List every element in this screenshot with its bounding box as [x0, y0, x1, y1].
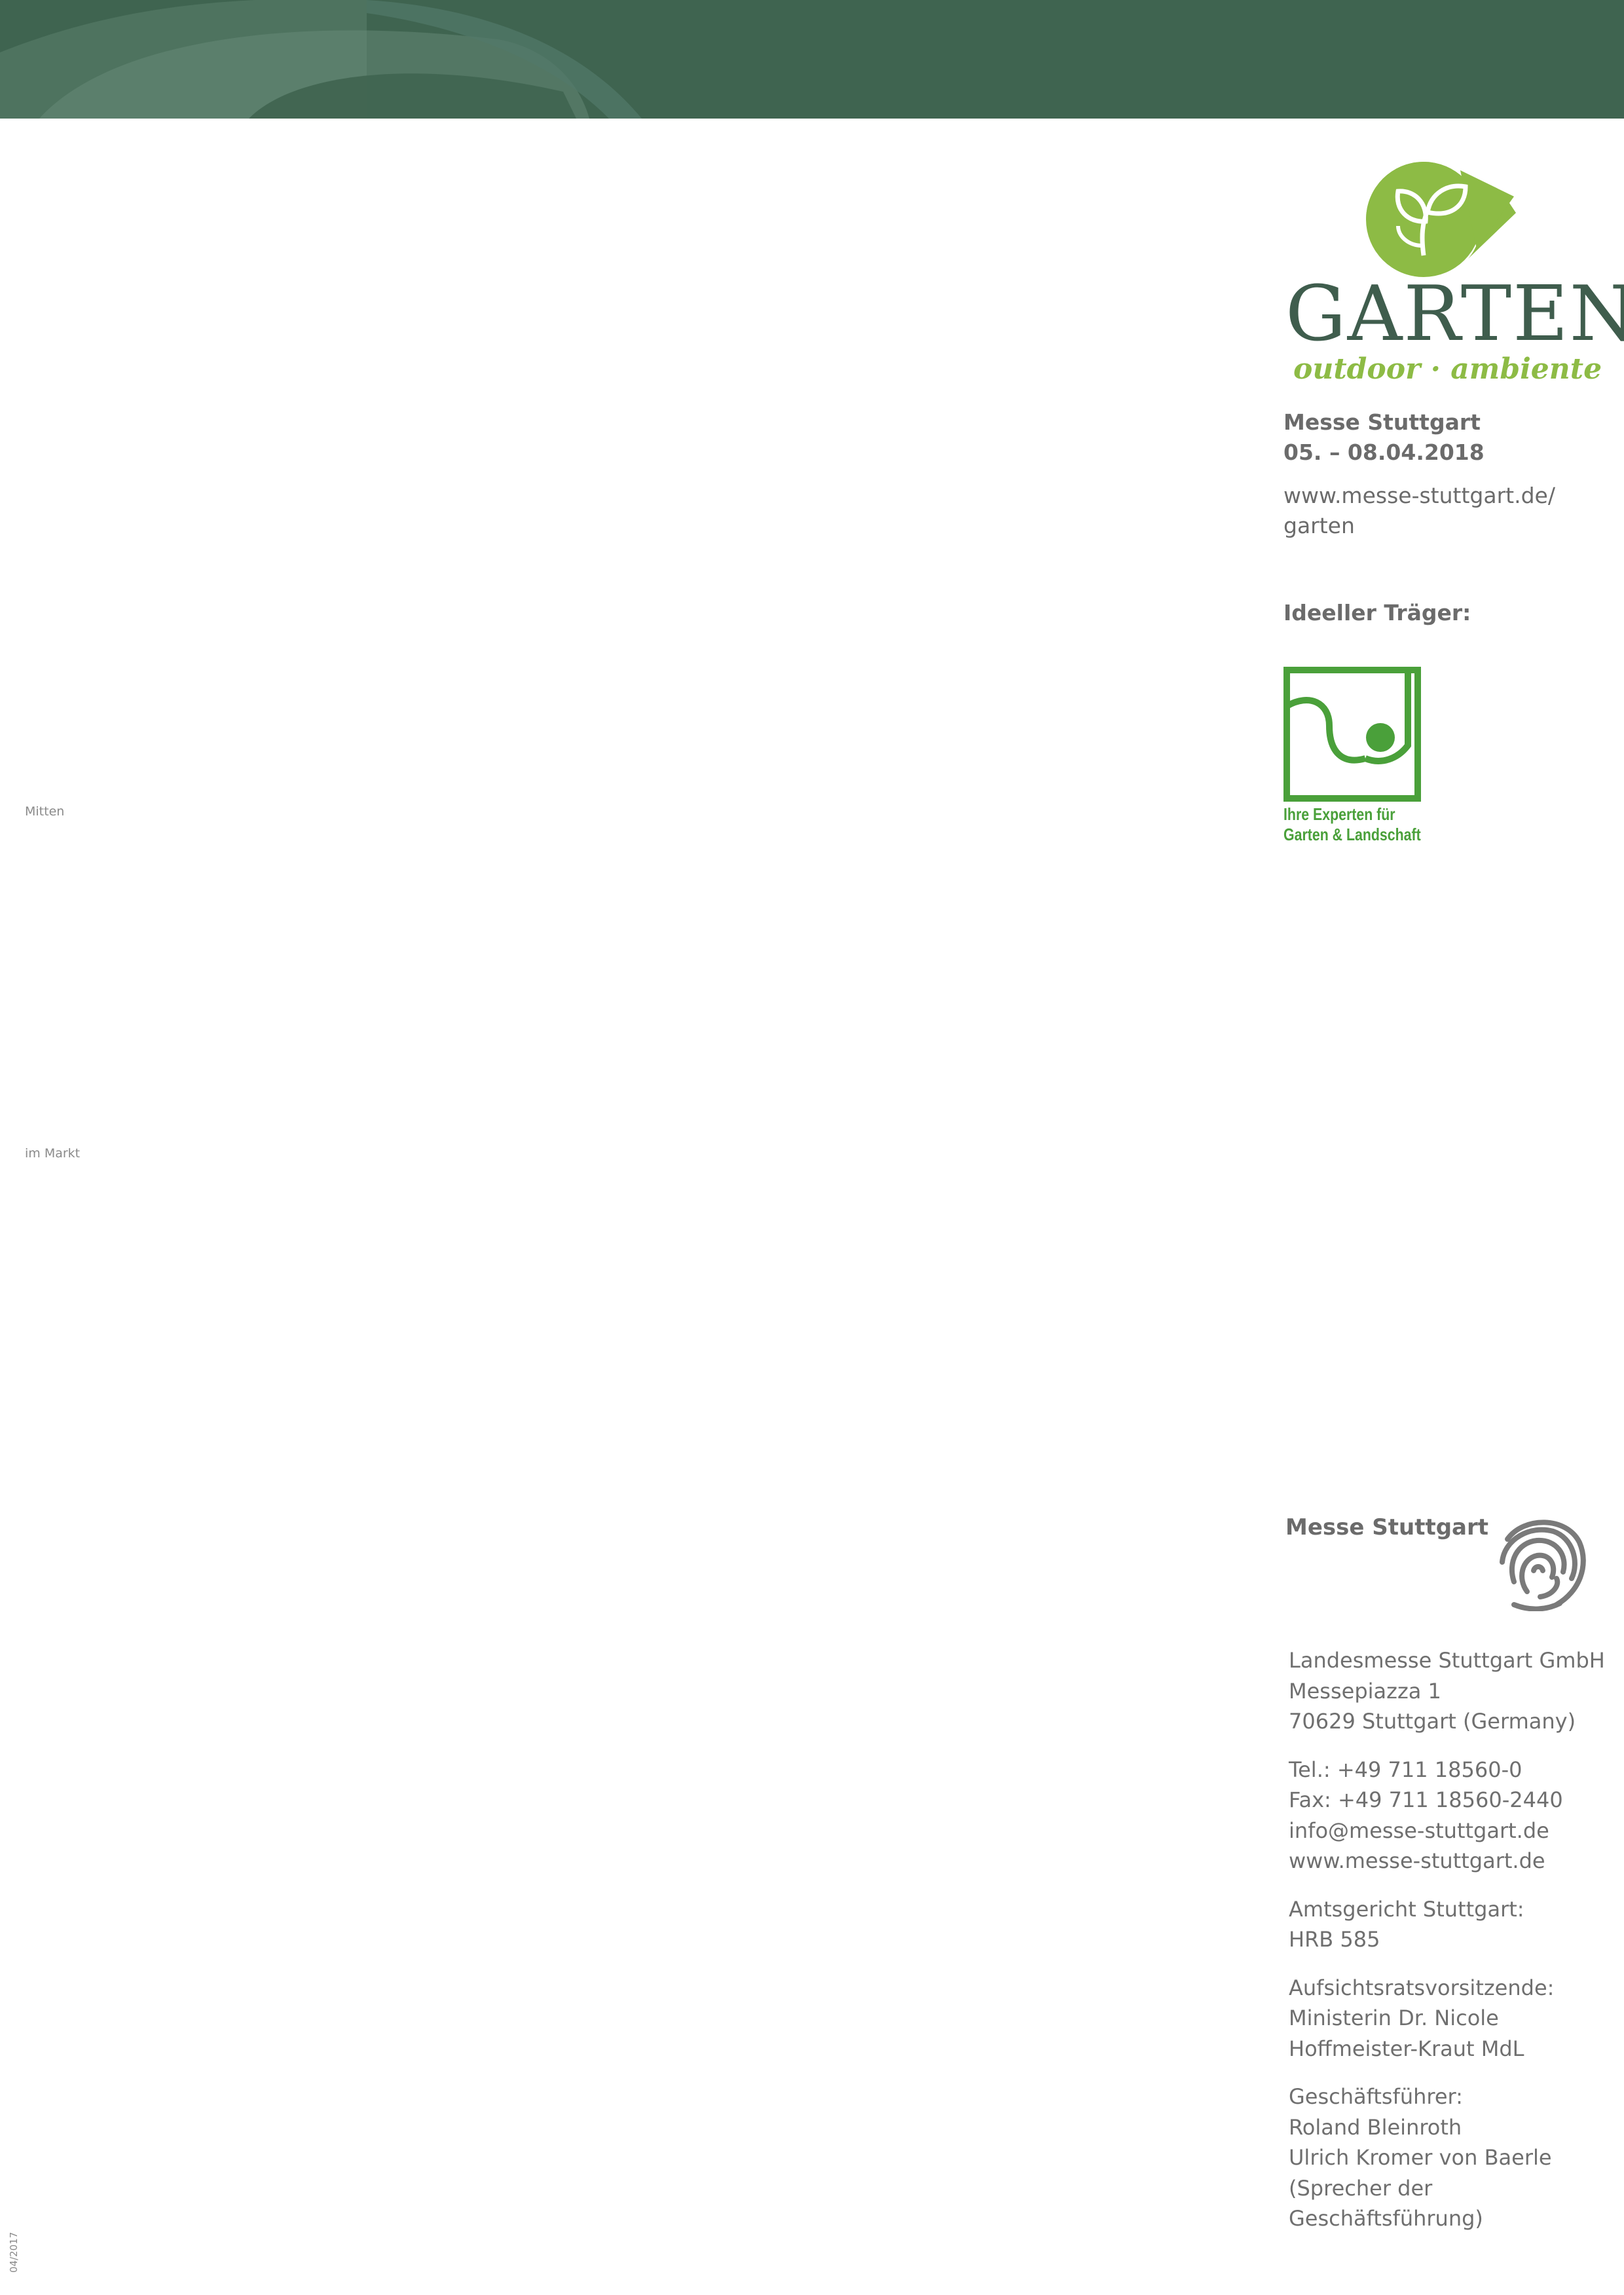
md-label: Geschäftsführer:	[1289, 2084, 1463, 2109]
fair-url-line-1[interactable]: www.messe-stuttgart.de/	[1283, 481, 1555, 511]
fair-venue: Messe Stuttgart	[1283, 409, 1481, 435]
company-fax: Fax: +49 711 18560-2440	[1289, 1787, 1563, 1812]
court-number: HRB 585	[1289, 1927, 1380, 1952]
board-label: Aufsichtsratsvorsitzende:	[1289, 1975, 1555, 2000]
messe-heading: Messe Stuttgart	[1285, 1514, 1489, 1540]
md-line-3: (Sprecher der	[1289, 2175, 1433, 2201]
md-line-1: Roland Bleinroth	[1289, 2114, 1462, 2140]
company-board: Aufsichtsratsvorsitzende: Ministerin Dr.…	[1289, 1973, 1605, 2064]
company-email[interactable]: info@messe-stuttgart.de	[1289, 1816, 1605, 1846]
fold-mark-middle: im Markt	[25, 1146, 81, 1161]
galabau-logo-icon	[1283, 667, 1421, 802]
company-address: Landesmesse Stuttgart GmbH Messepiazza 1…	[1289, 1645, 1605, 1737]
fair-url-line-2[interactable]: garten	[1283, 511, 1555, 541]
company-court: Amtsgericht Stuttgart: HRB 585	[1289, 1894, 1605, 1955]
court-label: Amtsgericht Stuttgart:	[1289, 1896, 1524, 1922]
company-name: Landesmesse Stuttgart GmbH	[1289, 1648, 1605, 1673]
md-line-4: Geschäftsführung)	[1289, 2206, 1483, 2231]
fair-url[interactable]: www.messe-stuttgart.de/ garten	[1283, 481, 1555, 541]
leaf-logo-icon	[1366, 162, 1516, 277]
sponsor-label: Ideeller Träger:	[1283, 600, 1471, 625]
company-street: Messepiazza 1	[1289, 1678, 1441, 1704]
form-code: 04/2017	[8, 2231, 20, 2273]
garten-tagline: outdoor · ambiente	[1293, 352, 1602, 386]
board-line-2: Hoffmeister-Kraut MdL	[1289, 2036, 1524, 2061]
company-management: Geschäftsführer: Roland Bleinroth Ulrich…	[1289, 2081, 1605, 2234]
company-address-block: Landesmesse Stuttgart GmbH Messepiazza 1…	[1289, 1645, 1605, 2252]
band-swirl-graphic	[0, 0, 642, 119]
company-web[interactable]: www.messe-stuttgart.de	[1289, 1846, 1605, 1876]
fair-info: Messe Stuttgart 05. – 08.04.2018	[1283, 407, 1485, 468]
sponsor-logo-line-2: Garten & Landschaft	[1283, 825, 1421, 844]
fold-mark-top: Mitten	[25, 804, 65, 819]
messe-spiral-logo-icon	[1500, 1520, 1586, 1611]
header-band	[0, 0, 1624, 119]
sponsor-logo-line-1: Ihre Experten für	[1283, 804, 1395, 824]
fair-dates: 05. – 08.04.2018	[1283, 439, 1485, 465]
md-line-2: Ulrich Kromer von Baerle	[1289, 2145, 1552, 2170]
company-contact: Tel.: +49 711 18560-0 Fax: +49 711 18560…	[1289, 1755, 1605, 1876]
sponsor-logo-text: Ihre Experten für Garten & Landschaft	[1283, 804, 1421, 845]
company-tel[interactable]: Tel.: +49 711 18560-0	[1289, 1755, 1605, 1785]
board-line-1: Ministerin Dr. Nicole	[1289, 2006, 1499, 2030]
garten-wordmark: GARTEN	[1285, 270, 1624, 358]
company-city: 70629 Stuttgart (Germany)	[1289, 1709, 1576, 1734]
